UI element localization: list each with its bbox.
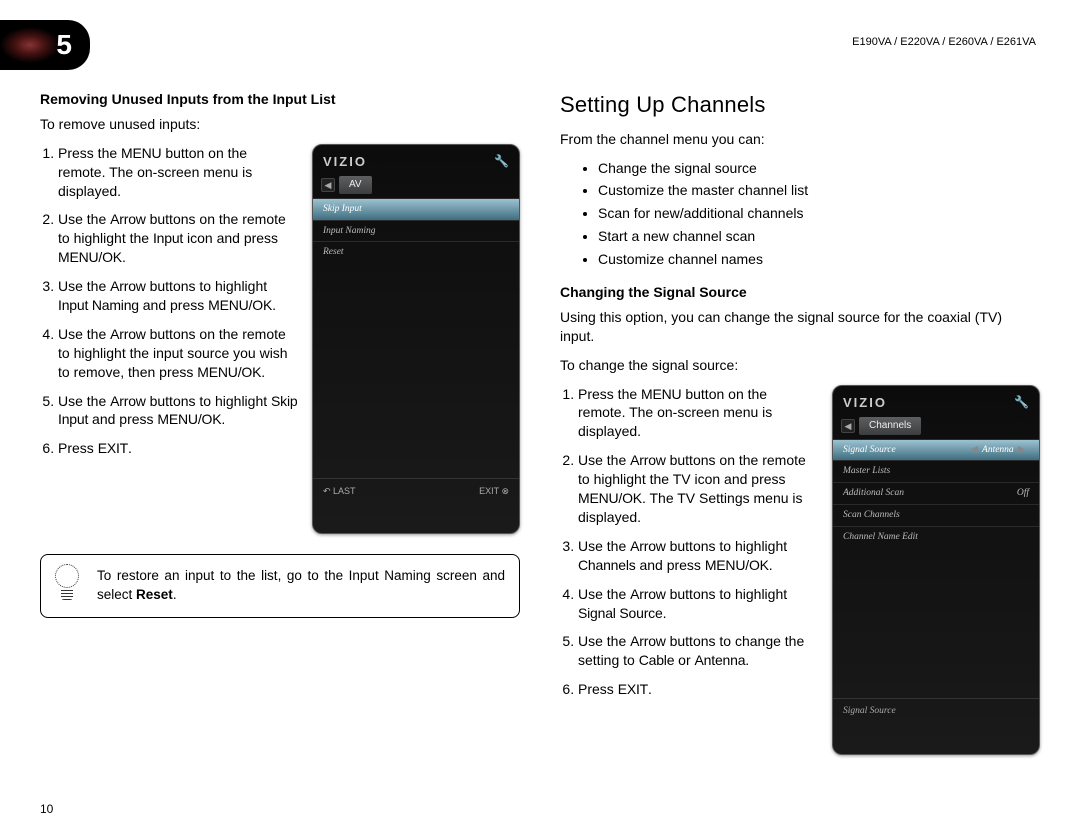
tv-status-bar: Signal Source [833, 698, 1039, 724]
two-column-layout: Removing Unused Inputs from the Input Li… [40, 90, 1040, 755]
list-item: Change the signal source [598, 159, 1040, 178]
lightbulb-icon [51, 564, 83, 608]
section-heading: Removing Unused Inputs from the Input Li… [40, 90, 520, 109]
chapter-badge: 5 [0, 20, 90, 70]
tip-callout: To restore an input to the list, go to t… [40, 554, 520, 618]
tv-logo: VIZIO [843, 394, 887, 412]
step: Press the MENU button on the remote. The… [58, 144, 298, 201]
step: Press the MENU button on the remote. The… [578, 385, 818, 442]
right-column: Setting Up Channels From the channel men… [560, 90, 1040, 755]
step: Use the Arrow buttons to highlight Skip … [58, 392, 298, 430]
intro-text: From the channel menu you can: [560, 130, 1040, 149]
wrench-icon: 🔧 [1014, 394, 1029, 410]
list-item: Scan for new/additional channels [598, 204, 1040, 223]
back-icon: ◀ [841, 419, 855, 433]
tv-footer-exit: EXIT ⊗ [479, 485, 509, 497]
steps-with-screenshot: Press the MENU button on the remote. The… [560, 385, 1040, 755]
list-item: Customize channel names [598, 250, 1040, 269]
numbered-steps: Press the MENU button on the remote. The… [58, 144, 298, 468]
left-column: Removing Unused Inputs from the Input Li… [40, 90, 520, 755]
wrench-icon: 🔧 [494, 153, 509, 169]
tv-footer-last: ↶ LAST [323, 485, 356, 497]
step: Use the Arrow buttons on the remote to h… [58, 210, 298, 267]
model-numbers: E190VA / E220VA / E260VA / E261VA [852, 36, 1036, 48]
page-number: 10 [40, 802, 53, 816]
numbered-steps: Press the MENU button on the remote. The… [578, 385, 818, 709]
step: Use the Arrow buttons to highlight Chann… [578, 537, 818, 575]
list-item: Start a new channel scan [598, 227, 1040, 246]
step: Use the Arrow buttons to highlight Signa… [578, 585, 818, 623]
tv-menu-row: Input Naming [313, 220, 519, 242]
manual-page: 5 E190VA / E220VA / E260VA / E261VA Remo… [0, 0, 1080, 834]
step: Use the Arrow buttons to highlight Input… [58, 277, 298, 315]
step: Use the Arrow buttons on the remote to h… [578, 451, 818, 527]
step: Press EXIT. [578, 680, 818, 699]
chapter-number: 5 [56, 29, 72, 61]
tv-menu-row: Reset [313, 241, 519, 263]
tv-menu-row: Additional ScanOff [833, 482, 1039, 504]
tv-menu-row: Signal Source ◀Antenna▶ [833, 439, 1039, 461]
tv-menu-screenshot-channels: VIZIO 🔧 ◀ Channels Signal Source ◀Antenn… [832, 385, 1040, 755]
tv-menu-screenshot-input: VIZIO 🔧 ◀ AV Skip Input Input Naming Res… [312, 144, 520, 534]
list-item: Customize the master channel list [598, 181, 1040, 200]
tv-menu-row: Scan Channels [833, 504, 1039, 526]
description: Using this option, you can change the si… [560, 308, 1040, 346]
step: Use the Arrow buttons on the remote to h… [58, 325, 298, 382]
tv-menu-row: Channel Name Edit [833, 526, 1039, 548]
tv-tab: AV [339, 176, 372, 194]
step: Use the Arrow buttons to change the sett… [578, 632, 818, 670]
step: Press EXIT. [58, 439, 298, 458]
tv-tab: Channels [859, 417, 921, 435]
steps-with-screenshot: Press the MENU button on the remote. The… [40, 144, 520, 534]
tv-menu-row: Skip Input [313, 198, 519, 220]
section-title: Setting Up Channels [560, 90, 1040, 120]
subsection-heading: Changing the Signal Source [560, 283, 1040, 302]
back-icon: ◀ [321, 178, 335, 192]
intro-text: To remove unused inputs: [40, 115, 520, 134]
tv-menu-row: Master Lists [833, 460, 1039, 482]
tv-logo: VIZIO [323, 153, 367, 171]
bullet-list: Change the signal source Customize the m… [598, 159, 1040, 269]
intro-text: To change the signal source: [560, 356, 1040, 375]
